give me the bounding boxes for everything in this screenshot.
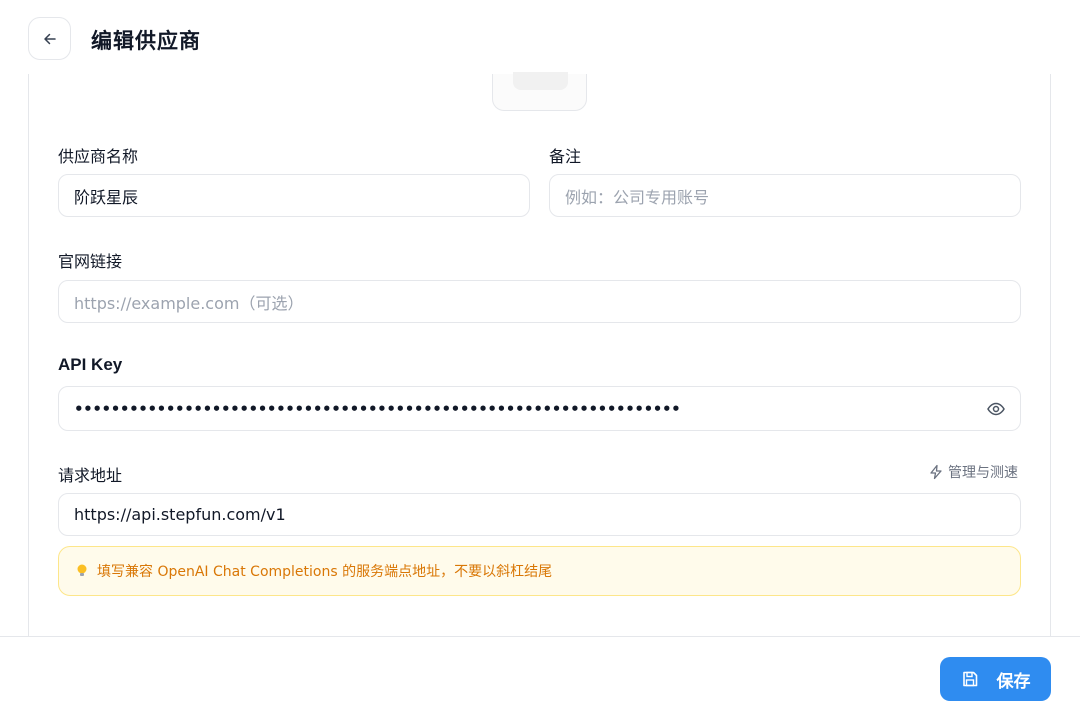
name-value: 阶跃星辰 <box>74 187 139 207</box>
api-key-input[interactable]: ••••••••••••••••••••••••••••••••••••••••… <box>58 386 1021 431</box>
arrow-left-icon <box>43 33 56 44</box>
tip-text: 填写兼容 OpenAI Chat Completions 的服务端点地址，不要以… <box>97 564 553 580</box>
endpoint-tip: 填写兼容 OpenAI Chat Completions 的服务端点地址，不要以… <box>58 546 1021 596</box>
header: 编辑供应商 <box>0 0 1080 76</box>
manage-speedtest-link[interactable]: 管理与测速 <box>928 462 1018 482</box>
note-label: 备注 <box>549 147 582 166</box>
website-placeholder: https://example.com（可选） <box>74 293 304 313</box>
endpoint-input[interactable]: https://api.stepfun.com/v1 <box>58 493 1021 536</box>
name-input[interactable]: 阶跃星辰 <box>58 174 530 217</box>
endpoint-label: 请求地址 <box>58 466 123 485</box>
back-button[interactable] <box>28 17 71 60</box>
footer-bar <box>0 636 1080 720</box>
api-key-label: API Key <box>58 355 123 374</box>
lightbulb-icon <box>77 564 87 576</box>
name-label: 供应商名称 <box>58 147 139 166</box>
eye-icon[interactable] <box>986 399 1006 419</box>
endpoint-value: https://api.stepfun.com/v1 <box>74 505 286 524</box>
manage-speedtest-label: 管理与测速 <box>948 465 1018 481</box>
note-input[interactable]: 例如：公司专用账号 <box>549 174 1021 217</box>
api-key-value: ••••••••••••••••••••••••••••••••••••••••… <box>74 399 681 418</box>
website-input[interactable]: https://example.com（可选） <box>58 280 1021 323</box>
save-button[interactable]: 保存 <box>940 657 1051 701</box>
provider-icon <box>513 72 568 90</box>
website-label: 官网链接 <box>58 252 123 271</box>
provider-icon-tile[interactable] <box>492 72 587 111</box>
save-icon <box>962 671 977 687</box>
save-label: 保存 <box>996 671 1031 692</box>
lightning-icon <box>930 464 942 480</box>
note-placeholder: 例如：公司专用账号 <box>565 187 710 207</box>
page-title: 编辑供应商 <box>91 29 201 53</box>
